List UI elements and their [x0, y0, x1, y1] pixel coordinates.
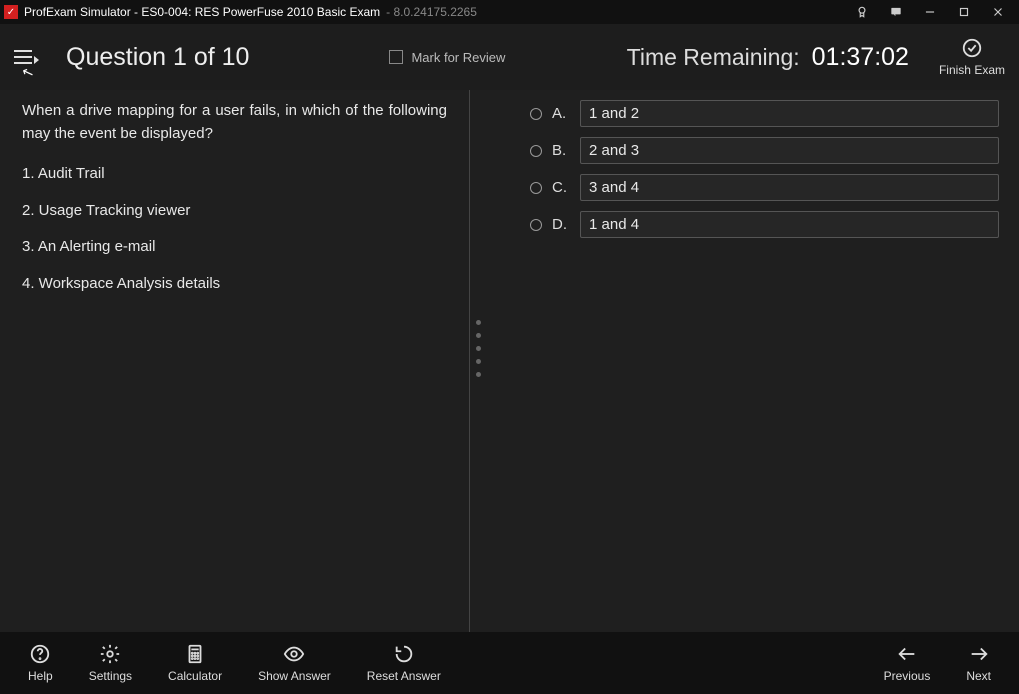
reset-answer-label: Reset Answer [367, 669, 441, 683]
answer-text-d[interactable]: 1 and 4 [580, 211, 999, 238]
answer-row-b: B. 2 and 3 [530, 137, 999, 164]
time-remaining-label: Time Remaining: [627, 44, 800, 71]
show-answer-button[interactable]: Show Answer [240, 643, 349, 683]
answer-row-a: A. 1 and 2 [530, 100, 999, 127]
previous-button[interactable]: Previous [866, 643, 949, 683]
question-option-1: 1. Audit Trail [22, 163, 447, 186]
app-title: ProfExam Simulator - ES0-004: RES PowerF… [24, 5, 380, 19]
question-option-4: 4. Workspace Analysis details [22, 273, 447, 296]
checkmark-circle-icon [961, 37, 983, 59]
answer-radio-a[interactable] [530, 108, 542, 120]
calculator-icon [184, 643, 206, 665]
app-icon: ✓ [4, 5, 18, 19]
arrow-right-icon [968, 643, 990, 665]
chat-icon[interactable] [879, 0, 913, 24]
next-button[interactable]: Next [948, 643, 1009, 683]
cursor-icon: ↖ [19, 63, 36, 83]
calculator-button[interactable]: Calculator [150, 643, 240, 683]
footer-bar: Help Settings Calculator Show Answer Res… [0, 632, 1019, 694]
answer-letter: B. [552, 142, 570, 159]
question-pane: When a drive mapping for a user fails, i… [0, 90, 470, 632]
splitter-handle[interactable] [476, 320, 481, 377]
answer-radio-d[interactable] [530, 219, 542, 231]
answer-letter: A. [552, 105, 570, 122]
main-area: When a drive mapping for a user fails, i… [0, 90, 1019, 632]
mark-for-review-checkbox[interactable]: Mark for Review [389, 50, 505, 65]
close-button[interactable] [981, 0, 1015, 24]
badge-icon[interactable] [845, 0, 879, 24]
help-button[interactable]: Help [10, 643, 71, 683]
settings-button[interactable]: Settings [71, 643, 150, 683]
reset-answer-button[interactable]: Reset Answer [349, 643, 459, 683]
question-option-2: 2. Usage Tracking viewer [22, 200, 447, 223]
answer-letter: D. [552, 216, 570, 233]
answer-row-c: C. 3 and 4 [530, 174, 999, 201]
reset-icon [393, 643, 415, 665]
help-icon [29, 643, 51, 665]
next-label: Next [966, 669, 991, 683]
arrow-left-icon [896, 643, 918, 665]
previous-label: Previous [884, 669, 931, 683]
menu-icon[interactable]: ↖ [14, 50, 44, 64]
time-remaining-value: 01:37:02 [812, 43, 909, 72]
calculator-label: Calculator [168, 669, 222, 683]
answer-radio-b[interactable] [530, 145, 542, 157]
finish-exam-label: Finish Exam [939, 63, 1005, 77]
question-text: When a drive mapping for a user fails, i… [22, 100, 447, 145]
checkbox-icon [389, 50, 403, 64]
mark-for-review-label: Mark for Review [411, 50, 505, 65]
settings-label: Settings [89, 669, 132, 683]
finish-exam-button[interactable]: Finish Exam [939, 37, 1005, 77]
question-counter: Question 1 of 10 [66, 43, 249, 72]
gear-icon [99, 643, 121, 665]
answer-letter: C. [552, 179, 570, 196]
answer-text-c[interactable]: 3 and 4 [580, 174, 999, 201]
answer-text-a[interactable]: 1 and 2 [580, 100, 999, 127]
answer-row-d: D. 1 and 4 [530, 211, 999, 238]
answer-radio-c[interactable] [530, 182, 542, 194]
answers-pane: A. 1 and 2 B. 2 and 3 C. 3 and 4 D. 1 an… [470, 90, 1019, 632]
titlebar: ✓ ProfExam Simulator - ES0-004: RES Powe… [0, 0, 1019, 24]
header-bar: ↖ Question 1 of 10 Mark for Review Time … [0, 24, 1019, 90]
maximize-button[interactable] [947, 0, 981, 24]
show-answer-label: Show Answer [258, 669, 331, 683]
minimize-button[interactable] [913, 0, 947, 24]
eye-icon [283, 643, 305, 665]
app-version: - 8.0.24175.2265 [386, 5, 477, 19]
help-label: Help [28, 669, 53, 683]
answer-text-b[interactable]: 2 and 3 [580, 137, 999, 164]
question-option-3: 3. An Alerting e-mail [22, 236, 447, 259]
